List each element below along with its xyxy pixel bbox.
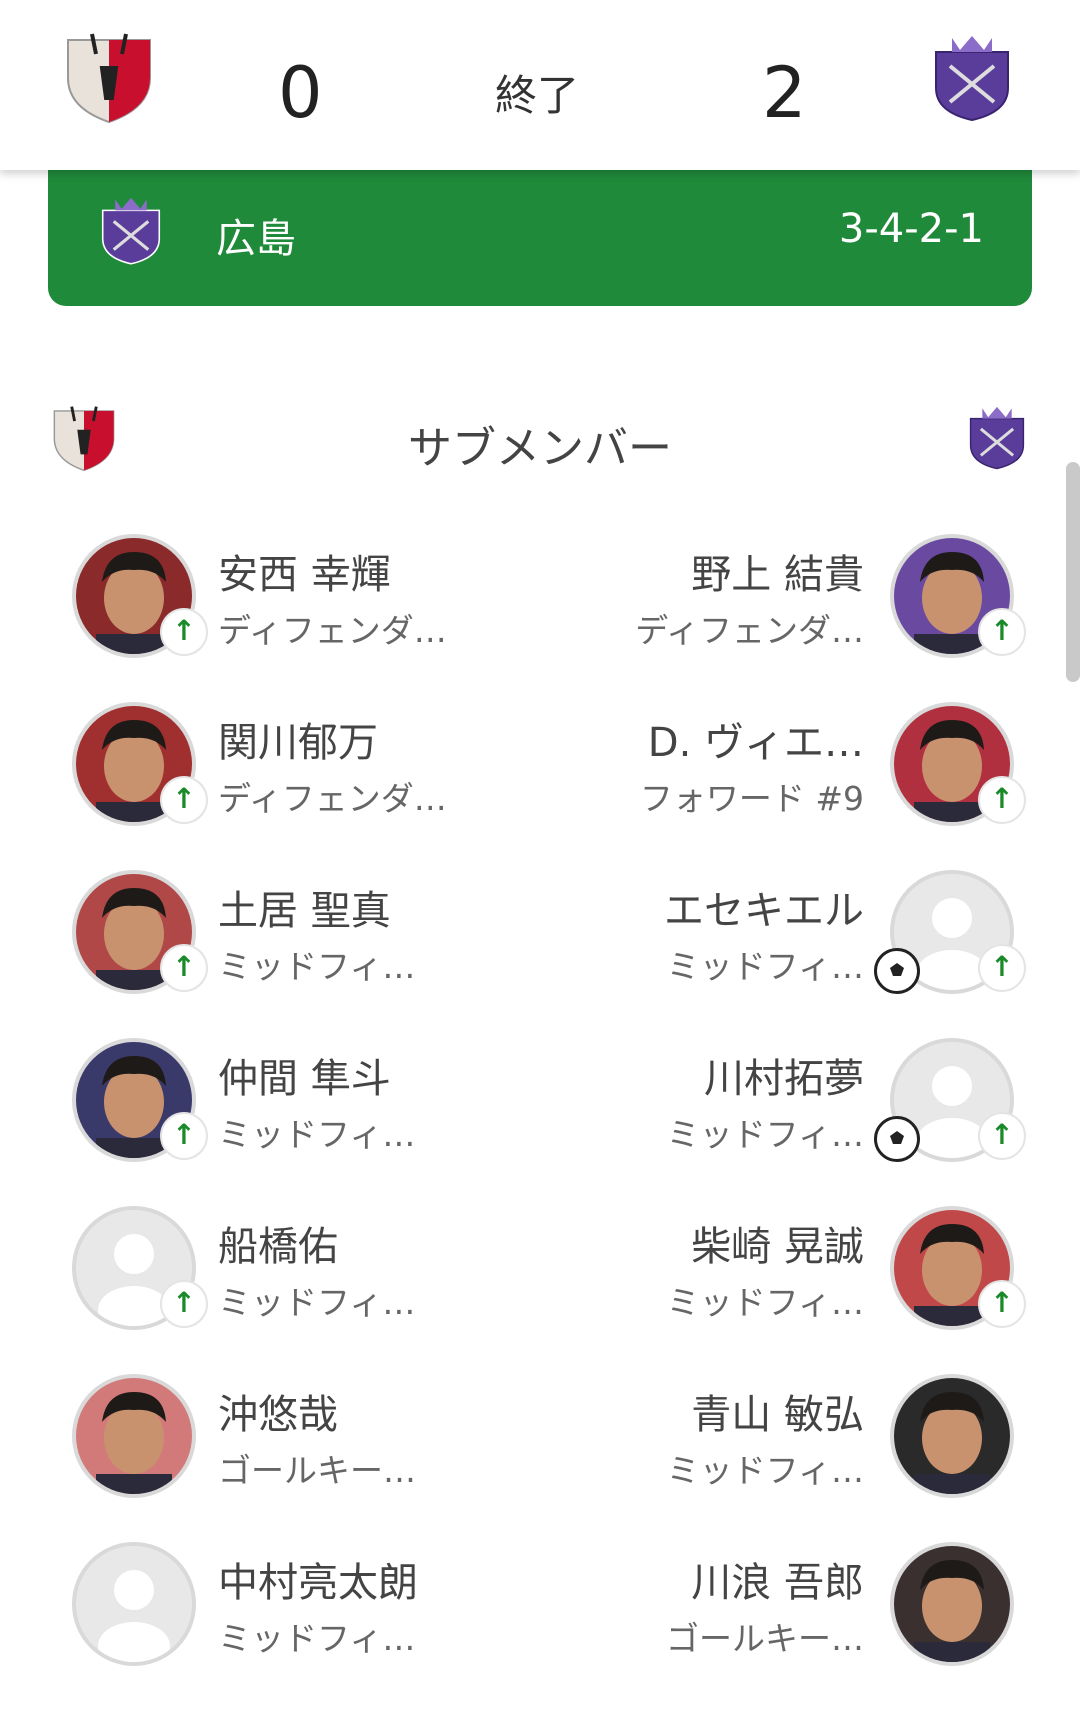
home-score: 0 xyxy=(278,52,323,134)
away-player-position: ミッドフィ… xyxy=(666,1115,864,1154)
substitution-in-icon: ↑ xyxy=(978,608,1026,656)
substitution-in-icon: ↑ xyxy=(978,944,1026,992)
away-player-position: ミッドフィ… xyxy=(666,1451,864,1490)
away-sub-player[interactable]: ↑ 川村拓夢ミッドフィ… xyxy=(0,1038,1080,1206)
away-player-name: 野上 結貴 xyxy=(691,552,864,598)
goal-ball-icon xyxy=(874,948,920,994)
away-sub-player[interactable]: ↑ エセキエルミッドフィ… xyxy=(0,870,1080,1038)
team-formation: 3-4-2-1 xyxy=(838,206,984,252)
away-player-name: D. ヴィエ… xyxy=(647,720,864,766)
away-player-position: フォワード #9 xyxy=(639,779,864,818)
match-header: 0 終了 2 xyxy=(0,0,1080,170)
substitution-in-icon: ↑ xyxy=(978,776,1026,824)
away-player-name: エセキエル xyxy=(664,888,864,934)
home-team-crest-icon[interactable] xyxy=(62,28,156,128)
substitutes-title: サブメンバー xyxy=(408,423,672,474)
away-team-crest-icon[interactable] xyxy=(930,32,1014,126)
away-sub-player[interactable]: ↑ D. ヴィエ… フォワード #9 xyxy=(0,702,1080,870)
team-name: 広島 xyxy=(216,216,296,262)
away-sub-player[interactable]: ↑ 柴崎 晃誠ミッドフィ… xyxy=(0,1206,1080,1374)
away-player-name: 青山 敏弘 xyxy=(691,1392,864,1438)
away-player-avatar[interactable] xyxy=(890,1542,1014,1666)
away-player-name: 川村拓夢 xyxy=(704,1056,864,1102)
goal-ball-icon xyxy=(874,1116,920,1162)
away-player-avatar[interactable] xyxy=(890,1374,1014,1498)
away-player-position: ゴールキー… xyxy=(666,1619,864,1658)
match-status: 終了 xyxy=(495,71,580,120)
away-player-position: ミッドフィ… xyxy=(666,947,864,986)
away-sub-player[interactable]: 青山 敏弘ミッドフィ… xyxy=(0,1374,1080,1542)
hiroshima-crest-icon xyxy=(98,194,164,270)
away-sub-crest-icon xyxy=(966,404,1028,474)
substitution-in-icon: ↑ xyxy=(978,1112,1026,1160)
away-player-position: ミッドフィ… xyxy=(666,1283,864,1322)
substitution-in-icon: ↑ xyxy=(978,1280,1026,1328)
away-player-name: 川浪 吾郎 xyxy=(691,1560,864,1606)
away-score: 2 xyxy=(762,52,807,134)
away-sub-player[interactable]: 川浪 吾郎ゴールキー… xyxy=(0,1542,1080,1710)
team-lineup-bar[interactable]: 広島 3-4-2-1 xyxy=(48,170,1032,306)
away-sub-player[interactable]: ↑ 野上 結貴ディフェンダ… xyxy=(0,534,1080,702)
away-player-name: 柴崎 晃誠 xyxy=(691,1224,864,1270)
away-player-position: ディフェンダ… xyxy=(635,611,864,650)
